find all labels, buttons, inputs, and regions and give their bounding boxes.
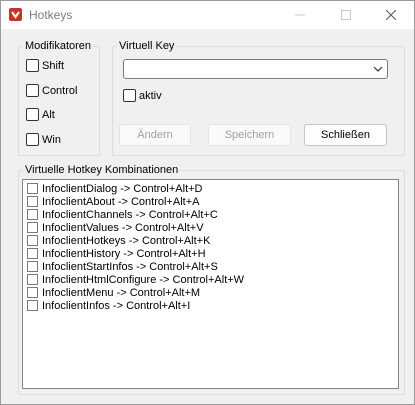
item-label: InfoclientChannels -> Control+Alt+C [42, 208, 218, 221]
change-button[interactable]: Ändern [119, 124, 191, 146]
item-checkbox[interactable] [27, 235, 38, 246]
maximize-button[interactable] [323, 1, 369, 29]
item-label: InfoclientDialog -> Control+Alt+D [42, 182, 203, 195]
shift-label: Shift [42, 59, 65, 72]
maximize-icon [341, 10, 351, 20]
virtual-key-legend: Virtuell Key [119, 40, 175, 52]
modifiers-legend: Modifikatoren [25, 40, 92, 52]
control-label: Control [42, 84, 78, 97]
control-checkbox[interactable] [26, 84, 39, 97]
modifier-alt[interactable]: Alt [26, 108, 55, 121]
minimize-icon [295, 14, 305, 16]
item-label: InfoclientStartInfos -> Control+Alt+S [42, 260, 218, 273]
win-checkbox[interactable] [26, 133, 39, 146]
alt-label: Alt [42, 108, 55, 121]
list-item[interactable]: InfoclientChannels -> Control+Alt+C [23, 208, 398, 221]
shift-checkbox[interactable] [26, 59, 39, 72]
active-label: aktiv [139, 89, 162, 102]
minimize-button[interactable] [277, 1, 323, 29]
item-checkbox[interactable] [27, 300, 38, 311]
list-item[interactable]: InfoclientValues -> Control+Alt+V [23, 221, 398, 234]
list-item[interactable]: InfoclientHistory -> Control+Alt+H [23, 247, 398, 260]
modifier-shift[interactable]: Shift [26, 59, 64, 72]
virtual-key-select[interactable] [123, 59, 388, 79]
active-toggle[interactable]: aktiv [123, 89, 162, 102]
item-label: InfoclientHtmlConfigure -> Control+Alt+W [42, 273, 245, 286]
window-title: Hotkeys [29, 8, 73, 22]
item-checkbox[interactable] [27, 209, 38, 220]
win-label: Win [42, 133, 61, 146]
item-checkbox[interactable] [27, 274, 38, 285]
item-checkbox[interactable] [27, 248, 38, 259]
close-button[interactable]: Schließen [304, 124, 387, 146]
list-item[interactable]: InfoclientHtmlConfigure -> Control+Alt+W [23, 273, 398, 286]
app-logo-icon [8, 7, 23, 22]
combinations-listbox[interactable]: InfoclientDialog -> Control+Alt+D Infocl… [22, 179, 399, 389]
close-icon [386, 10, 396, 20]
item-label: InfoclientInfos -> Control+Alt+I [42, 299, 191, 312]
list-item[interactable]: InfoclientHotkeys -> Control+Alt+K [23, 234, 398, 247]
item-checkbox[interactable] [27, 261, 38, 272]
chevron-down-icon [373, 66, 383, 72]
active-checkbox[interactable] [123, 89, 136, 102]
alt-checkbox[interactable] [26, 108, 39, 121]
combinations-legend: Virtuelle Hotkey Kombinationen [25, 164, 179, 176]
list-item[interactable]: InfoclientStartInfos -> Control+Alt+S [23, 260, 398, 273]
modifier-win[interactable]: Win [26, 133, 61, 146]
list-item[interactable]: InfoclientDialog -> Control+Alt+D [23, 182, 398, 195]
list-item[interactable]: InfoclientAbout -> Control+Alt+A [23, 195, 398, 208]
item-label: InfoclientAbout -> Control+Alt+A [42, 195, 200, 208]
title-bar[interactable]: Hotkeys [1, 1, 414, 29]
item-checkbox[interactable] [27, 287, 38, 298]
item-checkbox[interactable] [27, 222, 38, 233]
save-button[interactable]: Speichern [208, 124, 291, 146]
item-checkbox[interactable] [27, 196, 38, 207]
item-checkbox[interactable] [27, 183, 38, 194]
item-label: InfoclientHotkeys -> Control+Alt+K [42, 234, 211, 247]
modifier-control[interactable]: Control [26, 84, 77, 97]
item-label: InfoclientMenu -> Control+Alt+M [42, 286, 201, 299]
list-item[interactable]: InfoclientMenu -> Control+Alt+M [23, 286, 398, 299]
list-item[interactable]: InfoclientInfos -> Control+Alt+I [23, 299, 398, 312]
close-window-button[interactable] [368, 1, 414, 29]
item-label: InfoclientValues -> Control+Alt+V [42, 221, 204, 234]
item-label: InfoclientHistory -> Control+Alt+H [42, 247, 206, 260]
hotkeys-window: Hotkeys Modifikatoren Shift Control Alt … [0, 0, 415, 405]
